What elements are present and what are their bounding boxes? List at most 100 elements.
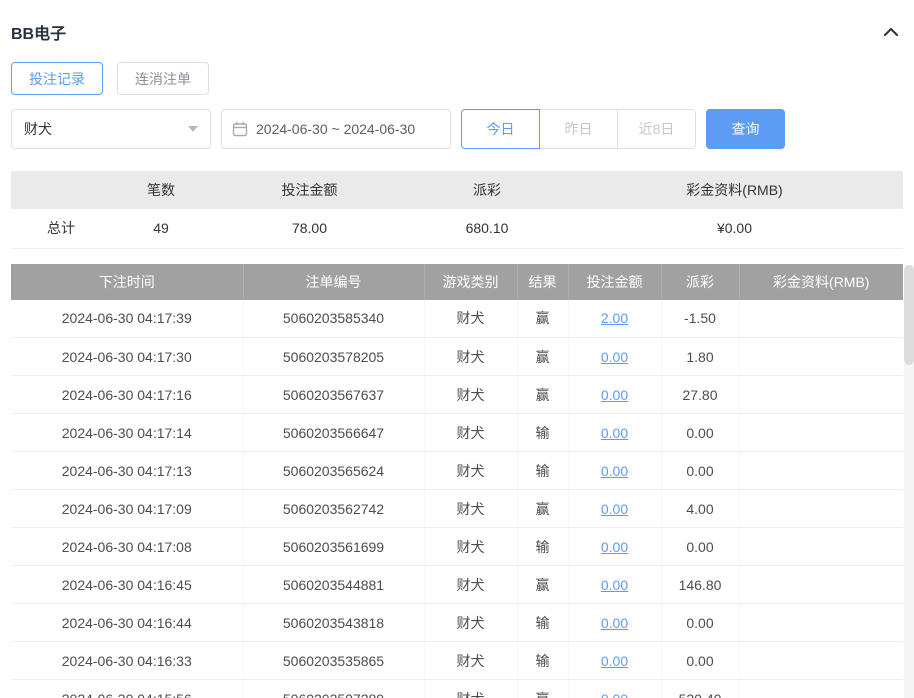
summary-header-count: 笔数 xyxy=(111,171,211,209)
bet-time-cell: 2024-06-30 04:15:56 xyxy=(11,679,244,698)
bonus-cell xyxy=(739,489,903,528)
table-row: 2024-06-30 04:15:56 5060203507289 财犬 赢 0… xyxy=(11,679,903,698)
bet-time-cell: 2024-06-30 04:16:45 xyxy=(11,565,244,604)
bet-amount-link[interactable]: 0.00 xyxy=(601,425,628,441)
result-cell: 输 xyxy=(517,527,569,566)
bet-time-cell: 2024-06-30 04:16:33 xyxy=(11,641,244,680)
bet-time-cell: 2024-06-30 04:17:30 xyxy=(11,337,244,376)
game-type-cell: 财犬 xyxy=(424,337,518,376)
bonus-cell xyxy=(739,565,903,604)
chevron-up-icon[interactable] xyxy=(879,21,903,43)
bet-amount-link[interactable]: 0.00 xyxy=(601,653,628,669)
tab-cancelled-orders[interactable]: 连消注单 xyxy=(117,62,209,95)
calendar-icon xyxy=(232,121,248,137)
result-cell: 输 xyxy=(517,413,569,452)
records-table: 下注时间 注单编号 游戏类别 结果 投注金额 派彩 彩金资料(RMB) 2024… xyxy=(11,263,903,698)
search-button[interactable]: 查询 xyxy=(706,109,785,149)
bonus-cell xyxy=(739,375,903,414)
bet-amount-link[interactable]: 0.00 xyxy=(601,463,628,479)
table-row: 2024-06-30 04:17:09 5060203562742 财犬 赢 0… xyxy=(11,489,903,528)
summary-total-bonus: ¥0.00 xyxy=(566,209,903,249)
payout-cell: 0.00 xyxy=(661,641,740,680)
records-header-row: 下注时间 注单编号 游戏类别 结果 投注金额 派彩 彩金资料(RMB) xyxy=(11,263,903,300)
col-header-payout: 派彩 xyxy=(661,263,740,300)
summary-total-count: 49 xyxy=(111,209,211,249)
result-cell: 输 xyxy=(517,603,569,642)
game-type-cell: 财犬 xyxy=(424,679,518,698)
bet-amount-link[interactable]: 0.00 xyxy=(601,501,628,517)
result-cell: 赢 xyxy=(517,299,569,338)
vertical-scrollbar[interactable] xyxy=(904,265,914,698)
order-no-cell: 5060203567637 xyxy=(243,375,425,414)
result-cell: 赢 xyxy=(517,337,569,376)
col-header-bet-amount: 投注金额 xyxy=(568,263,662,300)
order-no-cell: 5060203562742 xyxy=(243,489,425,528)
order-no-cell: 5060203578205 xyxy=(243,337,425,376)
panel-header: BB电子 xyxy=(11,0,903,48)
bet-amount-link[interactable]: 0.00 xyxy=(601,539,628,555)
tab-betting-records[interactable]: 投注记录 xyxy=(11,62,103,95)
tab-bar: 投注记录 连消注单 xyxy=(11,62,903,95)
filter-row: 财犬 2024-06-30 ~ 2024-06-30 今日 昨日 近8日 查询 xyxy=(11,109,903,149)
bonus-cell xyxy=(739,679,903,698)
table-row: 2024-06-30 04:17:16 5060203567637 财犬 赢 0… xyxy=(11,375,903,414)
order-no-cell: 5060203561699 xyxy=(243,527,425,566)
result-cell: 赢 xyxy=(517,679,569,698)
game-select-value: 财犬 xyxy=(24,121,52,137)
col-header-order-no: 注单编号 xyxy=(243,263,425,300)
bet-time-cell: 2024-06-30 04:17:08 xyxy=(11,527,244,566)
bet-amount-link[interactable]: 0.00 xyxy=(601,387,628,403)
payout-cell: 0.00 xyxy=(661,527,740,566)
bonus-cell xyxy=(739,603,903,642)
game-select[interactable]: 财犬 xyxy=(11,109,211,149)
summary-header-bet-amount: 投注金额 xyxy=(211,171,408,209)
bonus-cell xyxy=(739,413,903,452)
summary-header-row: 笔数 投注金额 派彩 彩金资料(RMB) xyxy=(11,171,903,209)
result-cell: 赢 xyxy=(517,565,569,604)
table-row: 2024-06-30 04:17:39 5060203585340 财犬 赢 2… xyxy=(11,299,903,338)
col-header-bet-time: 下注时间 xyxy=(11,263,244,300)
summary-table: 笔数 投注金额 派彩 彩金资料(RMB) 总计 49 78.00 680.10 … xyxy=(11,171,903,249)
bet-amount-link[interactable]: 0.00 xyxy=(601,615,628,631)
payout-cell: 0.00 xyxy=(661,413,740,452)
summary-total-row: 总计 49 78.00 680.10 ¥0.00 xyxy=(11,209,903,249)
game-type-cell: 财犬 xyxy=(424,527,518,566)
bonus-cell xyxy=(739,527,903,566)
bet-amount-link[interactable]: 0.00 xyxy=(601,577,628,593)
last-8-days-button[interactable]: 近8日 xyxy=(617,109,696,149)
order-no-cell: 5060203544881 xyxy=(243,565,425,604)
col-header-game-type: 游戏类别 xyxy=(424,263,518,300)
summary-header-bonus: 彩金资料(RMB) xyxy=(566,171,903,209)
bet-amount-link[interactable]: 2.00 xyxy=(601,310,628,326)
bet-time-cell: 2024-06-30 04:17:14 xyxy=(11,413,244,452)
scrollbar-thumb[interactable] xyxy=(904,265,914,365)
game-type-cell: 财犬 xyxy=(424,375,518,414)
summary-header-blank xyxy=(11,171,111,209)
order-no-cell: 5060203507289 xyxy=(243,679,425,698)
bet-amount-link[interactable]: 0.00 xyxy=(601,691,628,698)
table-row: 2024-06-30 04:16:45 5060203544881 财犬 赢 0… xyxy=(11,565,903,604)
col-header-bonus: 彩金资料(RMB) xyxy=(739,263,903,300)
table-row: 2024-06-30 04:16:44 5060203543818 财犬 输 0… xyxy=(11,603,903,642)
order-no-cell: 5060203566647 xyxy=(243,413,425,452)
game-type-cell: 财犬 xyxy=(424,489,518,528)
date-range-input[interactable]: 2024-06-30 ~ 2024-06-30 xyxy=(221,109,451,149)
result-cell: 输 xyxy=(517,641,569,680)
table-row: 2024-06-30 04:17:14 5060203566647 财犬 输 0… xyxy=(11,413,903,452)
bet-amount-link[interactable]: 0.00 xyxy=(601,349,628,365)
col-header-result: 结果 xyxy=(517,263,569,300)
bet-time-cell: 2024-06-30 04:17:09 xyxy=(11,489,244,528)
bonus-cell xyxy=(739,641,903,680)
order-no-cell: 5060203565624 xyxy=(243,451,425,490)
summary-total-bet-amount: 78.00 xyxy=(211,209,408,249)
result-cell: 赢 xyxy=(517,375,569,414)
table-row: 2024-06-30 04:17:30 5060203578205 财犬 赢 0… xyxy=(11,337,903,376)
bet-time-cell: 2024-06-30 04:17:39 xyxy=(11,299,244,338)
game-type-cell: 财犬 xyxy=(424,413,518,452)
order-no-cell: 5060203585340 xyxy=(243,299,425,338)
order-no-cell: 5060203543818 xyxy=(243,603,425,642)
yesterday-button[interactable]: 昨日 xyxy=(539,109,618,149)
today-button[interactable]: 今日 xyxy=(461,109,540,149)
summary-header-payout: 派彩 xyxy=(408,171,566,209)
bonus-cell xyxy=(739,337,903,376)
